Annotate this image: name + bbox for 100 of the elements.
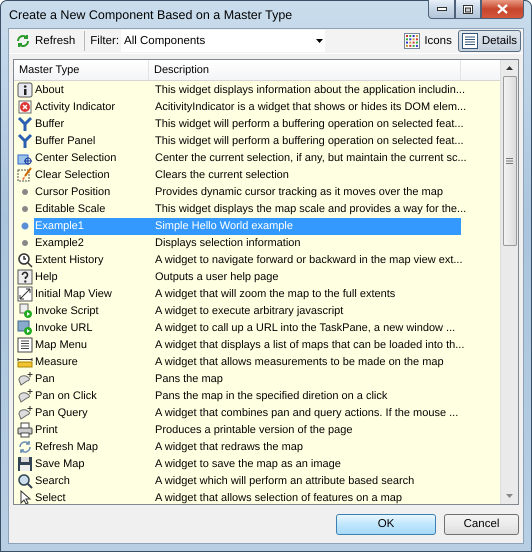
type-cell-text: Initial Map View (34, 286, 113, 302)
refresh-icon (17, 439, 33, 456)
description-cell-text: Displays selection information (154, 236, 302, 251)
description-cell-text: Produces a printable version of the page (154, 422, 354, 438)
type-cell-text: Map Menu (34, 338, 88, 353)
description-cell-text: A widget which will perform an attribute based search (154, 474, 416, 489)
list-row[interactable]: Invoke URL A widget to call up a URL into the TaskPane, a new window ... (34, 320, 461, 337)
description-cell: A widget to navigate forward or backward in the map view ext... (154, 252, 463, 268)
script-icon (17, 303, 33, 320)
type-cell-text: Example2 (34, 236, 85, 251)
column-header[interactable]: Master Type (14, 60, 149, 80)
buffer-icon (17, 133, 33, 150)
printer-icon (17, 422, 33, 438)
type-cell-text: Save Map (34, 456, 86, 472)
filter-dropdown[interactable]: All Components (121, 30, 326, 52)
list-row[interactable]: Measure A widget that allows measurements to be made on the map (34, 354, 461, 371)
list-row[interactable]: Refresh Map A widget that redraws the map (34, 438, 461, 456)
description-cell: This widget will perform a buffering operation on selected feat... (154, 116, 464, 132)
info-icon (17, 82, 33, 98)
type-cell-text: Buffer (34, 116, 66, 132)
list-row[interactable]: Select A widget that allows selection of features on a map (34, 490, 461, 504)
grip-icon (506, 158, 513, 164)
description-cell-text: Clears the current selection (154, 168, 290, 183)
list-row[interactable]: Buffer This widget will perform a buffering operation on selected feat... (34, 116, 464, 133)
minimize-icon (436, 7, 446, 11)
type-cell-text: Activity Indicator (34, 100, 116, 115)
list-row[interactable]: Clear Selection Clears the current selection (34, 166, 461, 184)
list-row[interactable]: Pan on Click Pans the map in the specified diretion on a click (34, 388, 461, 405)
maximize-icon (463, 4, 473, 14)
scroll-thumb[interactable] (502, 76, 516, 246)
close-button[interactable] (481, 0, 524, 19)
list-icon (462, 32, 478, 49)
description-cell-text: A widget that redraws the map (154, 440, 304, 455)
type-cell-text: Print (34, 422, 59, 438)
type-cell-text: Buffer Panel (34, 134, 96, 149)
type-cell-text: About (34, 82, 65, 98)
maximize-button[interactable] (455, 0, 481, 19)
list-row[interactable]: Search A widget which will perform an attribute based search (34, 472, 461, 490)
column-header[interactable]: Description (149, 60, 461, 80)
list-row[interactable]: Save Map A widget to save the map as an image (34, 456, 461, 473)
list-row[interactable]: Editable Scale This widget displays the map scale and provides a way for the... (34, 200, 466, 218)
type-cell-text: Invoke URL (34, 320, 94, 336)
refresh-button[interactable]: Refresh (11, 30, 80, 52)
magnifier-icon (17, 252, 33, 268)
cancel-button[interactable]: Cancel (444, 514, 519, 535)
view-button[interactable]: Icons (400, 30, 456, 52)
search-icon (17, 473, 33, 490)
list-row[interactable]: About This widget displays information about the application includin... (34, 82, 466, 99)
type-cell-text: Invoke Script (34, 304, 100, 319)
type-cell-text: Measure (34, 354, 79, 370)
description-cell-text: A widget that combines pan and query actions. If the mouse ... (154, 406, 460, 421)
floppy-icon (17, 456, 33, 472)
type-cell-text: Search (34, 474, 71, 489)
list-row[interactable]: Buffer Panel This widget will perform a buffering operation on selected feat... (34, 132, 464, 150)
window-title: Create a New Component Based on a Master Type (8, 8, 292, 22)
description-cell: This widget displays information about the application includin... (154, 82, 466, 98)
list-row[interactable]: Cursor Position Provides dynamic cursor tracking as it moves over the map (34, 184, 461, 201)
type-cell-text: Help (34, 270, 59, 285)
close-icon (497, 4, 508, 14)
description-cell-text: Simple Hello World example (154, 218, 294, 234)
help-icon (17, 269, 33, 286)
description-cell-text: Pans the map (154, 372, 224, 387)
scrollbar[interactable] (500, 60, 518, 504)
type-cell-text: Extent History (34, 252, 104, 268)
description-cell-text: Outputs a user help page (154, 270, 280, 285)
down-arrow-icon (506, 494, 513, 498)
menu-icon (17, 337, 33, 354)
view-button[interactable]: Details (458, 30, 521, 52)
type-cell-text: Pan (34, 372, 56, 387)
list-row[interactable]: Print Produces a printable version of the page (34, 422, 461, 439)
description-cell: AcitivityIndicator is a widget that shows or hides its DOM elem... (154, 100, 466, 115)
description-cell-text: Pans the map in the specified diretion on a click (154, 388, 388, 404)
description-cell-text: A widget that allows selection of features on a map (154, 490, 404, 504)
type-cell-text: Center Selection (34, 150, 118, 166)
list-row[interactable]: Invoke Script A widget to execute arbitrary javascript (34, 302, 461, 320)
list-row[interactable]: Help Outputs a user help page (34, 268, 461, 286)
list-row[interactable]: Pan Query A widget that combines pan and query actions. If the mouse ... (34, 404, 461, 422)
list-row[interactable]: Map Menu A widget that displays a list of maps that can be loaded into th... (34, 336, 464, 354)
filter-label: Filter: (90, 34, 120, 47)
list-row[interactable]: Activity Indicator AcitivityIndicator is a widget that shows or hides its DOM elem... (34, 98, 466, 116)
type-cell-text: Clear Selection (34, 168, 111, 183)
description-cell: Center the current selection, if any, but maintain the current sc... (154, 150, 467, 166)
description-cell-text: A widget to save the map as an image (154, 456, 342, 472)
description-cell-text: A widget to call up a URL into the TaskPane, a new window ... (154, 320, 456, 336)
description-cell-text: A widget that allows measurements to be made on the map (154, 354, 445, 370)
description-cell: This widget will perform a buffering operation on selected feat... (154, 134, 464, 149)
caret-icon (316, 38, 324, 43)
refresh-icon (15, 32, 31, 49)
list-row[interactable]: Extent History A widget to navigate forward or backward in the map view ext... (34, 252, 463, 269)
type-cell-text: Editable Scale (34, 202, 106, 217)
type-cell-text: Pan on Click (34, 388, 98, 404)
ok-button[interactable]: OK (336, 514, 436, 535)
list-row[interactable]: Center Selection Center the current selection, if any, but maintain the current sc... (34, 150, 467, 167)
list-row[interactable]: Pan Pans the map (34, 370, 461, 388)
list-row[interactable]: Example2 Displays selection information (34, 234, 461, 252)
minimize-button[interactable] (428, 0, 455, 19)
description-cell-text: A widget to execute arbitrary javascript (154, 304, 344, 319)
type-cell-text: Select (34, 490, 67, 504)
type-cell-text: Example1 (34, 218, 85, 234)
list-row[interactable]: Initial Map View A widget that will zoom the map to the full extents (34, 286, 461, 303)
